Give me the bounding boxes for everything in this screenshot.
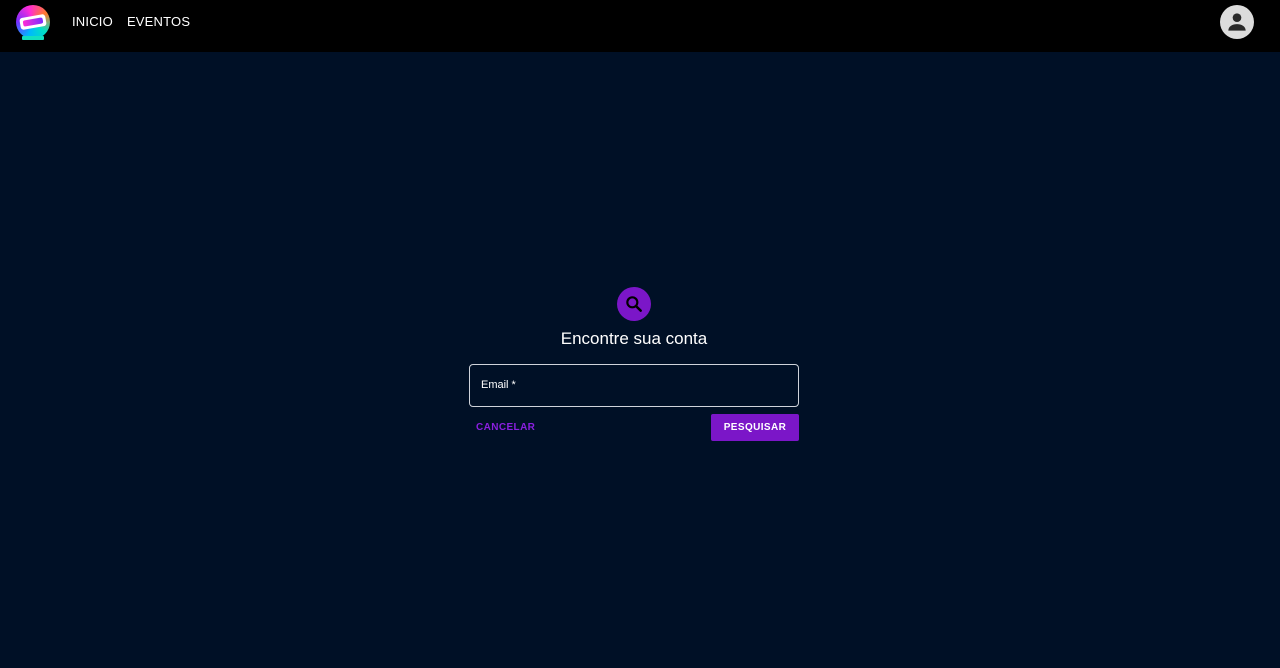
- email-input[interactable]: [470, 365, 798, 406]
- account-circle-icon: [1228, 13, 1246, 31]
- nav-link-eventos[interactable]: EVENTOS: [127, 14, 190, 30]
- logo-badge: [22, 36, 44, 40]
- main-nav: INICIO EVENTOS: [72, 14, 190, 30]
- top-app-bar: INICIO EVENTOS: [0, 0, 1280, 52]
- search-icon-badge: [617, 287, 651, 321]
- account-avatar-button[interactable]: [1220, 5, 1254, 39]
- email-field[interactable]: Email *: [469, 364, 799, 407]
- search-button[interactable]: PESQUISAR: [711, 414, 799, 441]
- page-title: Encontre sua conta: [560, 329, 708, 348]
- search-icon: [626, 296, 642, 312]
- nav-link-inicio[interactable]: INICIO: [72, 14, 113, 30]
- brand-logo-icon[interactable]: [16, 5, 50, 39]
- cancel-button[interactable]: CANCELAR: [469, 414, 539, 441]
- logo-mark: [19, 13, 47, 31]
